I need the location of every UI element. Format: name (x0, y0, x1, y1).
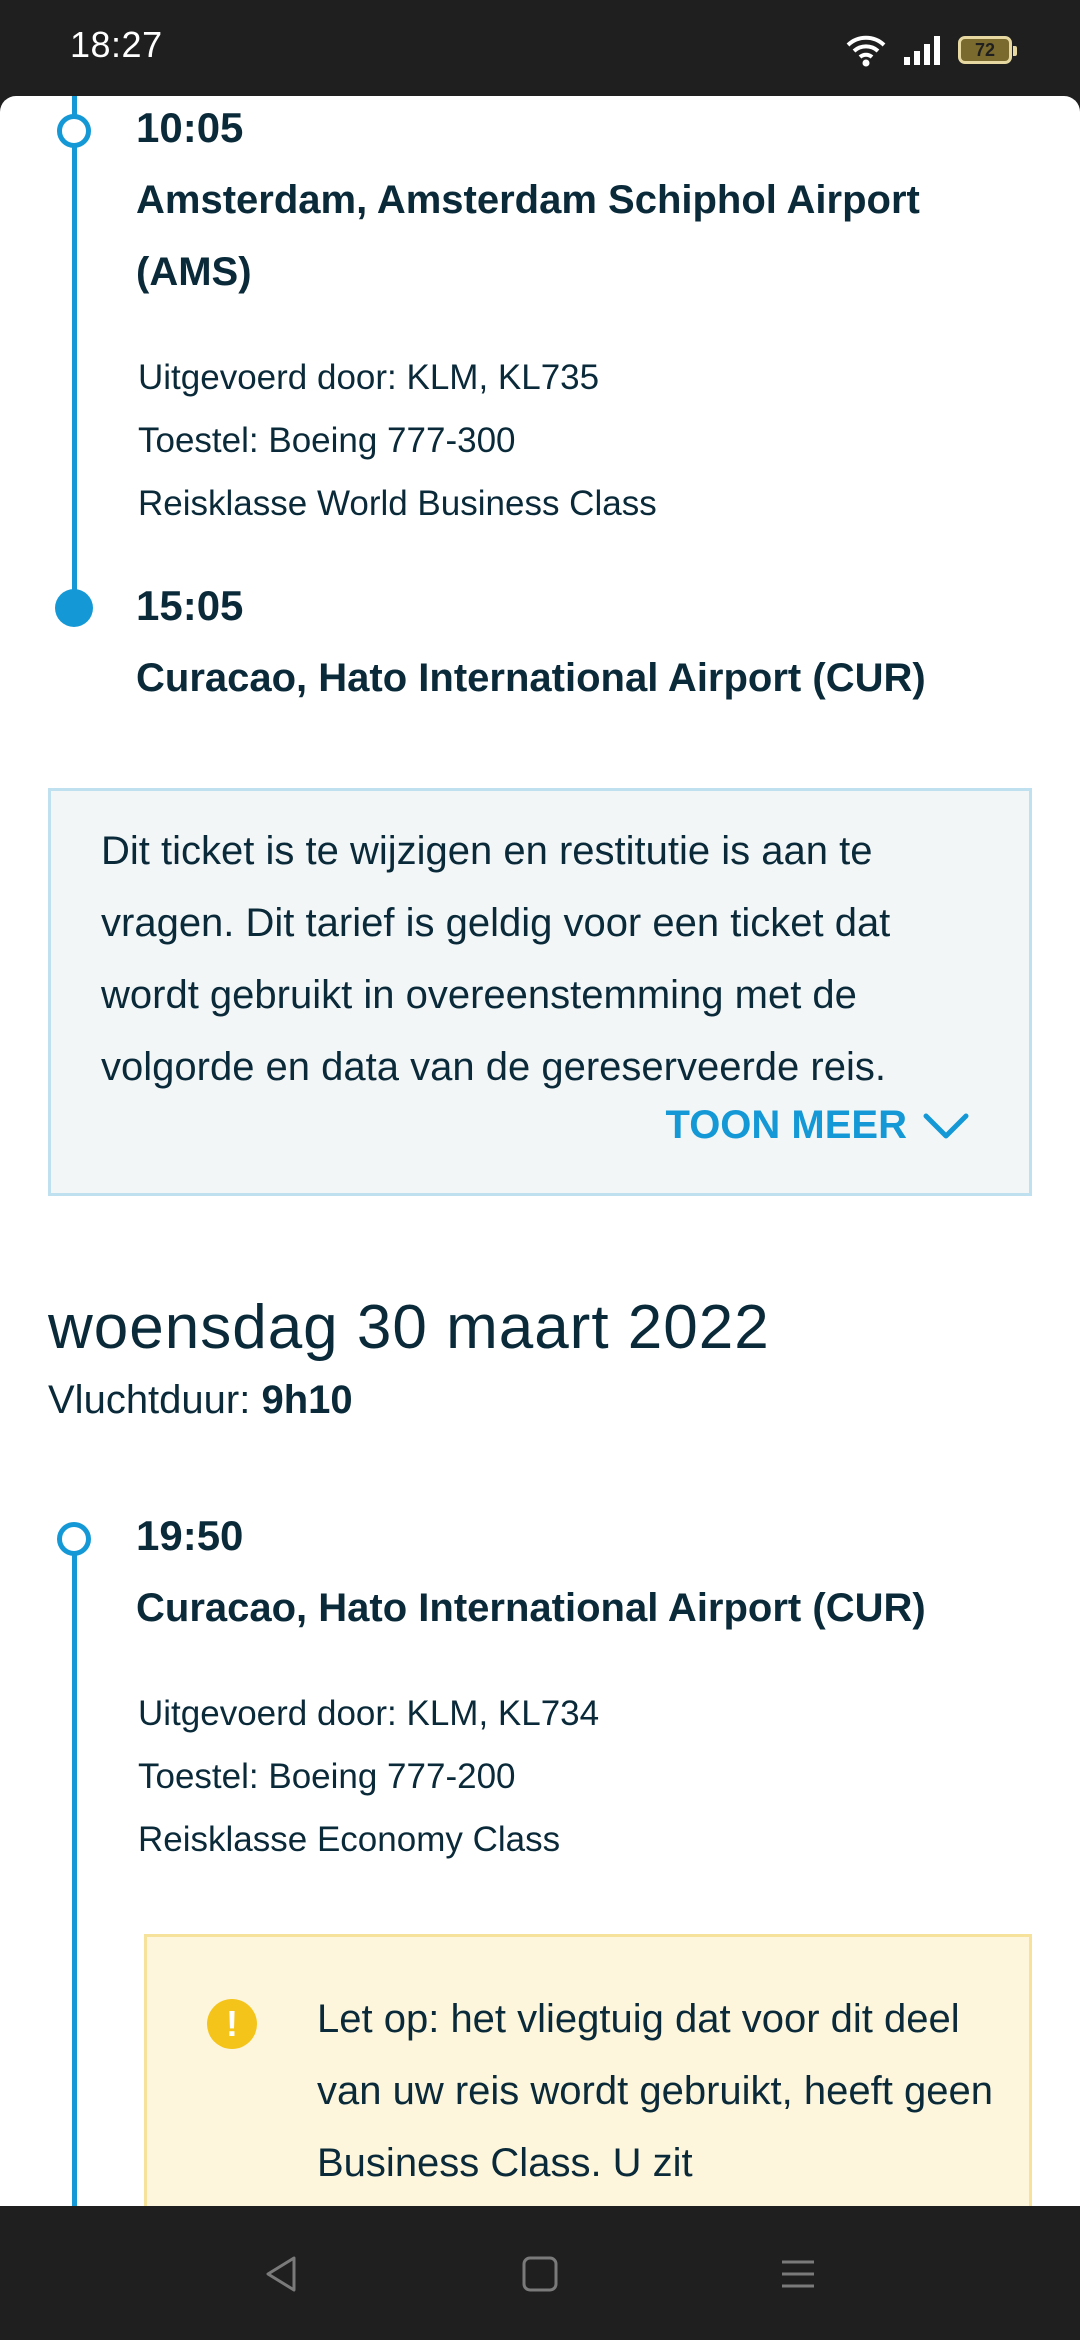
departure-time: 19:50 (136, 1512, 244, 1559)
departure-time: 10:05 (136, 104, 244, 151)
departure-airport: Curacao, Hato International Airport (CUR… (136, 1586, 926, 1630)
status-bar: 18:27 72 (0, 0, 1080, 96)
status-time: 18:27 (70, 24, 163, 65)
flight-duration: Vluchtduur: 9h10 (48, 1378, 353, 1423)
timeline-line (72, 1544, 77, 2206)
menu-icon (782, 2260, 814, 2288)
travel-class: Reisklasse World Business Class (138, 484, 657, 523)
operated-by: Uitgevoerd door: KLM, KL734 (138, 1694, 600, 1733)
departure-node (57, 114, 91, 148)
operated-by: Uitgevoerd door: KLM, KL735 (138, 358, 600, 397)
back-button[interactable] (252, 2244, 312, 2304)
duration-value: 9h10 (261, 1378, 353, 1422)
departure-node (57, 1522, 91, 1556)
travel-class: Reisklasse Economy Class (138, 1820, 561, 1859)
departure-airport: Amsterdam, Amsterdam Schiphol Airport (A… (136, 178, 920, 294)
ticket-conditions-text: Dit ticket is te wijzigen en restitutie … (101, 829, 891, 1089)
battery-level: 72 (974, 39, 996, 60)
aircraft-type: Toestel: Boeing 777-200 (138, 1757, 516, 1796)
show-more-button[interactable]: TOON MEER (665, 1103, 969, 1148)
warning-icon: ! (207, 1999, 257, 2049)
warning-box: ! Let op: het vliegtuig dat voor dit dee… (144, 1934, 1032, 2206)
flight-details-page[interactable]: 10:05 Amsterdam, Amsterdam Schiphol Airp… (0, 96, 1080, 2206)
ticket-conditions-box: Dit ticket is te wijzigen en restitutie … (48, 788, 1032, 1196)
menu-button[interactable] (768, 2244, 828, 2304)
timeline-line (72, 96, 77, 608)
navigation-bar (0, 2206, 1080, 2340)
arrival-airport: Curacao, Hato International Airport (CUR… (136, 656, 926, 700)
back-icon (266, 2256, 296, 2292)
flight-date-heading: woensdag 30 maart 2022 (48, 1293, 770, 1362)
home-icon (522, 2256, 558, 2292)
warning-text: Let op: het vliegtuig dat voor dit deel … (317, 1997, 993, 2185)
signal-icon (904, 36, 940, 65)
status-icons: 72 (846, 30, 1017, 70)
home-button[interactable] (510, 2244, 570, 2304)
show-more-label: TOON MEER (665, 1103, 907, 1147)
wifi-icon (846, 35, 886, 67)
arrival-node (55, 589, 93, 627)
arrival-time: 15:05 (136, 582, 244, 629)
chevron-down-icon (923, 1113, 969, 1138)
aircraft-type: Toestel: Boeing 777-300 (138, 421, 516, 460)
duration-label: Vluchtduur: (48, 1378, 251, 1422)
battery-icon: 72 (958, 36, 1017, 64)
